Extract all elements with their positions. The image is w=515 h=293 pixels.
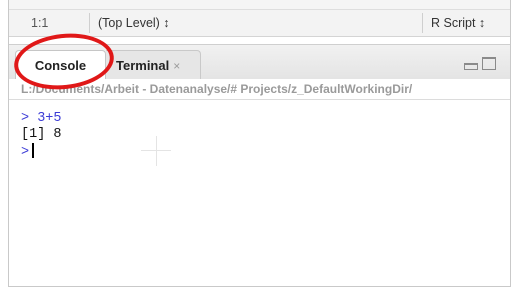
tab-terminal-label: Terminal bbox=[116, 58, 170, 73]
maximize-icon[interactable] bbox=[482, 57, 496, 70]
editor-status-bar: 1:1 (Top Level) ↕ R Script ↕ bbox=[9, 0, 510, 37]
console-output[interactable]: > 3+5 [1] 8 > bbox=[9, 100, 510, 286]
tab-terminal[interactable]: Terminal × bbox=[106, 50, 201, 79]
pane-window-controls bbox=[464, 57, 498, 71]
console-prompt: > bbox=[21, 145, 30, 160]
cursor-position: 1:1 bbox=[31, 16, 49, 30]
editor-bottom-strip bbox=[9, 0, 510, 9]
text-cursor bbox=[32, 143, 35, 158]
console-input-line: > 3+5 bbox=[21, 111, 62, 126]
divider bbox=[422, 13, 423, 33]
file-type-dropdown[interactable]: R Script ↕ bbox=[431, 16, 485, 30]
console-prompt-line[interactable]: > bbox=[21, 143, 35, 161]
divider bbox=[89, 13, 90, 33]
console-result-line: [1] 8 bbox=[21, 127, 62, 142]
mouse-crosshair-icon bbox=[156, 136, 157, 166]
close-icon[interactable]: × bbox=[173, 59, 180, 73]
status-row: 1:1 (Top Level) ↕ R Script ↕ bbox=[9, 9, 510, 36]
minimize-icon[interactable] bbox=[464, 63, 478, 70]
scope-dropdown[interactable]: (Top Level) ↕ bbox=[98, 16, 170, 30]
